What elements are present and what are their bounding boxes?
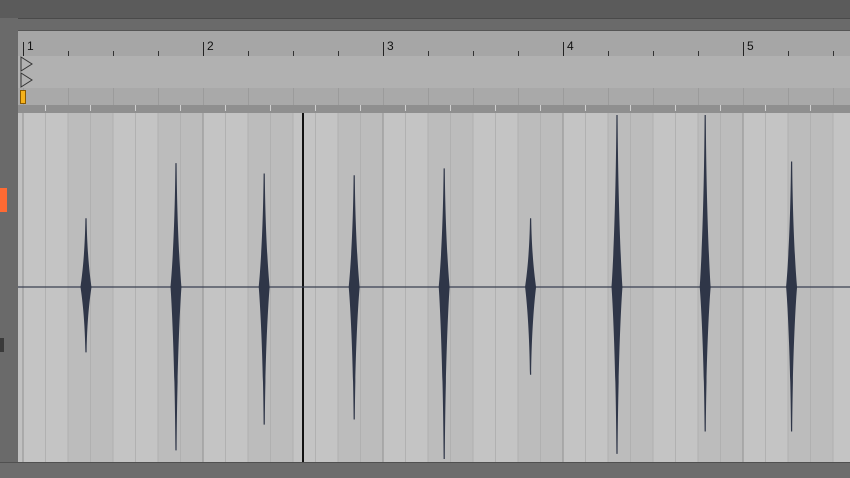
- beat-tick: [720, 105, 721, 111]
- bar-tick-3: [383, 42, 384, 56]
- marker-grid-line: [833, 88, 834, 105]
- beat-tick: [135, 105, 136, 111]
- beat-ruler[interactable]: 1 2 3 4 5: [18, 30, 850, 57]
- bar-label-3: 3: [387, 39, 394, 53]
- marker-grid-line: [338, 88, 339, 105]
- marker-grid-line: [113, 88, 114, 105]
- bar-tick-1: [23, 42, 24, 56]
- loop-end-arrow-icon[interactable]: [20, 72, 34, 88]
- marker-grid-line: [563, 88, 564, 105]
- start-marker[interactable]: [20, 90, 26, 104]
- beat-tick: [450, 105, 451, 111]
- marker-grid-line: [698, 88, 699, 105]
- marker-grid-line: [518, 88, 519, 105]
- level-marker: [0, 338, 4, 352]
- sample-editor: 1 2 3 4 5: [0, 0, 850, 478]
- bar-label-5: 5: [747, 39, 754, 53]
- bar-label-2: 2: [207, 39, 214, 53]
- marker-grid-line: [68, 88, 69, 105]
- bar-label-1: 1: [27, 39, 34, 53]
- beat-tick: [270, 105, 271, 111]
- bar-tick-2: [203, 42, 204, 56]
- marker-grid-line: [203, 88, 204, 105]
- beat-tick: [180, 105, 181, 111]
- bar-tick-5: [743, 42, 744, 56]
- beat-tick: [630, 105, 631, 111]
- start-marker-row[interactable]: [18, 88, 850, 106]
- marker-grid-line: [743, 88, 744, 105]
- marker-grid-line: [293, 88, 294, 105]
- beat-tick: [90, 105, 91, 111]
- marker-grid-line: [248, 88, 249, 105]
- marker-grid-line: [653, 88, 654, 105]
- gain-indicator[interactable]: [0, 188, 7, 212]
- beat-tick: [810, 105, 811, 111]
- bottom-scrollbar[interactable]: [0, 462, 850, 478]
- marker-grid-line: [383, 88, 384, 105]
- bar-tick-4: [563, 42, 564, 56]
- waveform-display[interactable]: [18, 113, 850, 462]
- title-bar: [0, 0, 850, 19]
- warp-marker-row[interactable]: [18, 56, 850, 73]
- beat-tick: [495, 105, 496, 111]
- beat-tick: [225, 105, 226, 111]
- beat-tick: [540, 105, 541, 111]
- beat-tick: [45, 105, 46, 111]
- marker-grid-line: [788, 88, 789, 105]
- loop-brace-row[interactable]: [18, 72, 850, 89]
- beat-tick: [585, 105, 586, 111]
- bar-label-4: 4: [567, 39, 574, 53]
- marker-grid-line: [158, 88, 159, 105]
- waveform-canvas[interactable]: [18, 113, 850, 462]
- beat-tick: [765, 105, 766, 111]
- marker-grid-line: [608, 88, 609, 105]
- level-strip: [0, 18, 18, 478]
- marker-grid-line: [473, 88, 474, 105]
- beat-tick: [675, 105, 676, 111]
- loop-start-arrow-icon[interactable]: [20, 56, 34, 72]
- beat-tick: [405, 105, 406, 111]
- beat-tick: [315, 105, 316, 111]
- beat-tick: [360, 105, 361, 111]
- marker-grid-line: [428, 88, 429, 105]
